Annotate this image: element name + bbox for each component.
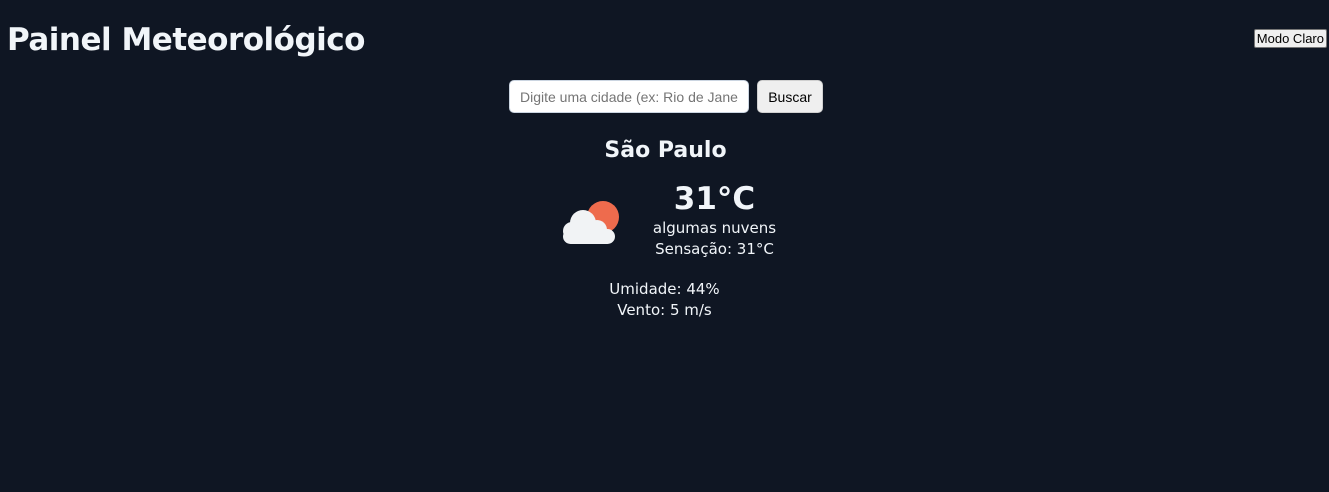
partly-cloudy-icon bbox=[562, 201, 619, 244]
city-search-input[interactable] bbox=[509, 80, 749, 113]
humidity-value: Umidade: 44% bbox=[609, 280, 720, 298]
search-bar: Buscar bbox=[0, 80, 1329, 113]
weather-details: 31°C algumas nuvens Sensação: 31°C bbox=[645, 180, 785, 260]
weather-description: algumas nuvens bbox=[652, 219, 777, 237]
theme-toggle-button[interactable]: Modo Claro bbox=[1253, 29, 1327, 48]
feels-like-value: Sensação: 31°C bbox=[655, 240, 774, 258]
weather-extra-info: Umidade: 44% Vento: 5 m/s bbox=[0, 279, 1329, 321]
weather-card: São Paulo 31°C algumas nuvens Sensação: … bbox=[0, 134, 1329, 321]
weather-dashboard: Painel Meteorológico Modo Claro Buscar S… bbox=[0, 0, 1329, 492]
weather-summary: 31°C algumas nuvens Sensação: 31°C bbox=[8, 180, 1329, 260]
wind-value: Vento: 5 m/s bbox=[617, 301, 712, 319]
city-name: São Paulo bbox=[604, 138, 727, 163]
search-button[interactable]: Buscar bbox=[757, 80, 823, 113]
temperature-value: 31°C bbox=[673, 181, 756, 217]
page-title: Painel Meteorológico bbox=[7, 22, 365, 58]
